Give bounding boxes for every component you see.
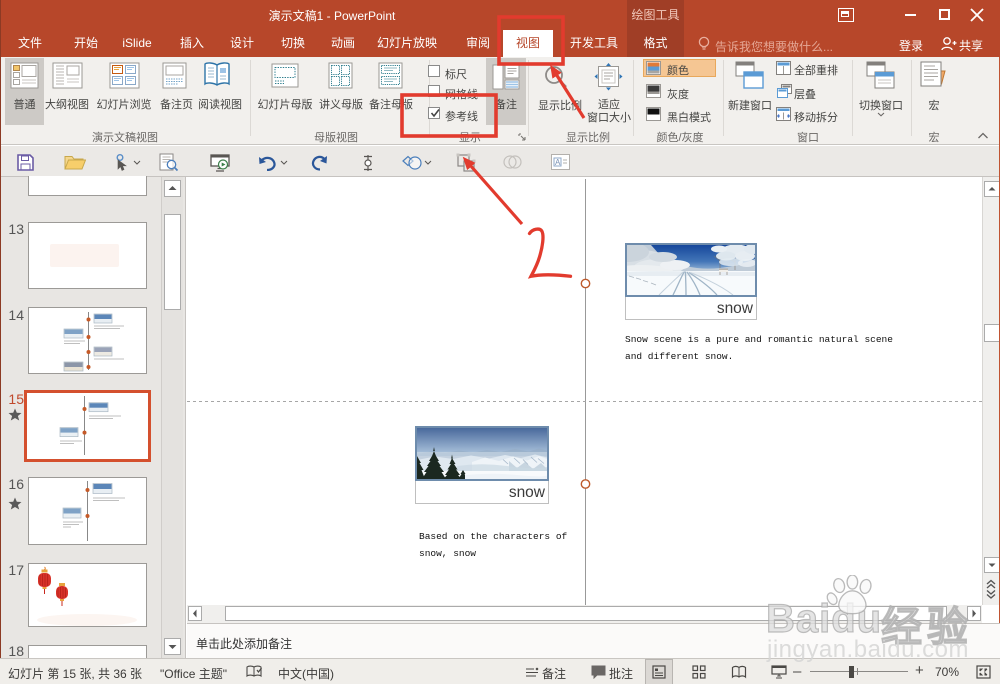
svg-text:A: A <box>555 158 561 167</box>
